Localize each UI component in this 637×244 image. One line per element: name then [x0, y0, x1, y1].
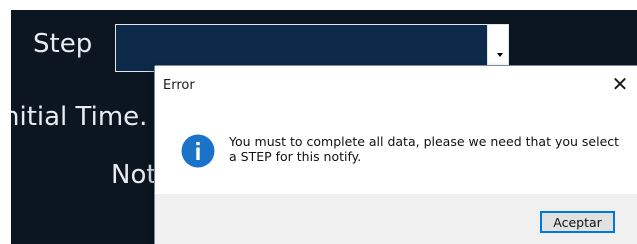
initial-time-label: nitial Time. — [11, 102, 148, 132]
step-select[interactable] — [115, 24, 509, 72]
dialog-footer: Aceptar — [155, 194, 637, 244]
notify-label: Not — [111, 160, 157, 190]
close-icon[interactable]: ✕ — [609, 74, 631, 96]
chevron-down-icon — [497, 53, 503, 57]
accept-button[interactable]: Aceptar — [540, 211, 615, 233]
application-window: Step nitial Time. Not Error ✕ You must t… — [0, 0, 637, 244]
dialog-message: You must to complete all data, please we… — [229, 134, 620, 164]
info-icon — [181, 134, 215, 168]
dialog-title: Error — [163, 78, 195, 93]
dialog-body: You must to complete all data, please we… — [155, 99, 637, 194]
step-label: Step — [33, 29, 93, 59]
error-dialog: Error ✕ You must to complete all data, p… — [155, 66, 637, 244]
step-select-dropdown-button[interactable] — [487, 24, 509, 72]
